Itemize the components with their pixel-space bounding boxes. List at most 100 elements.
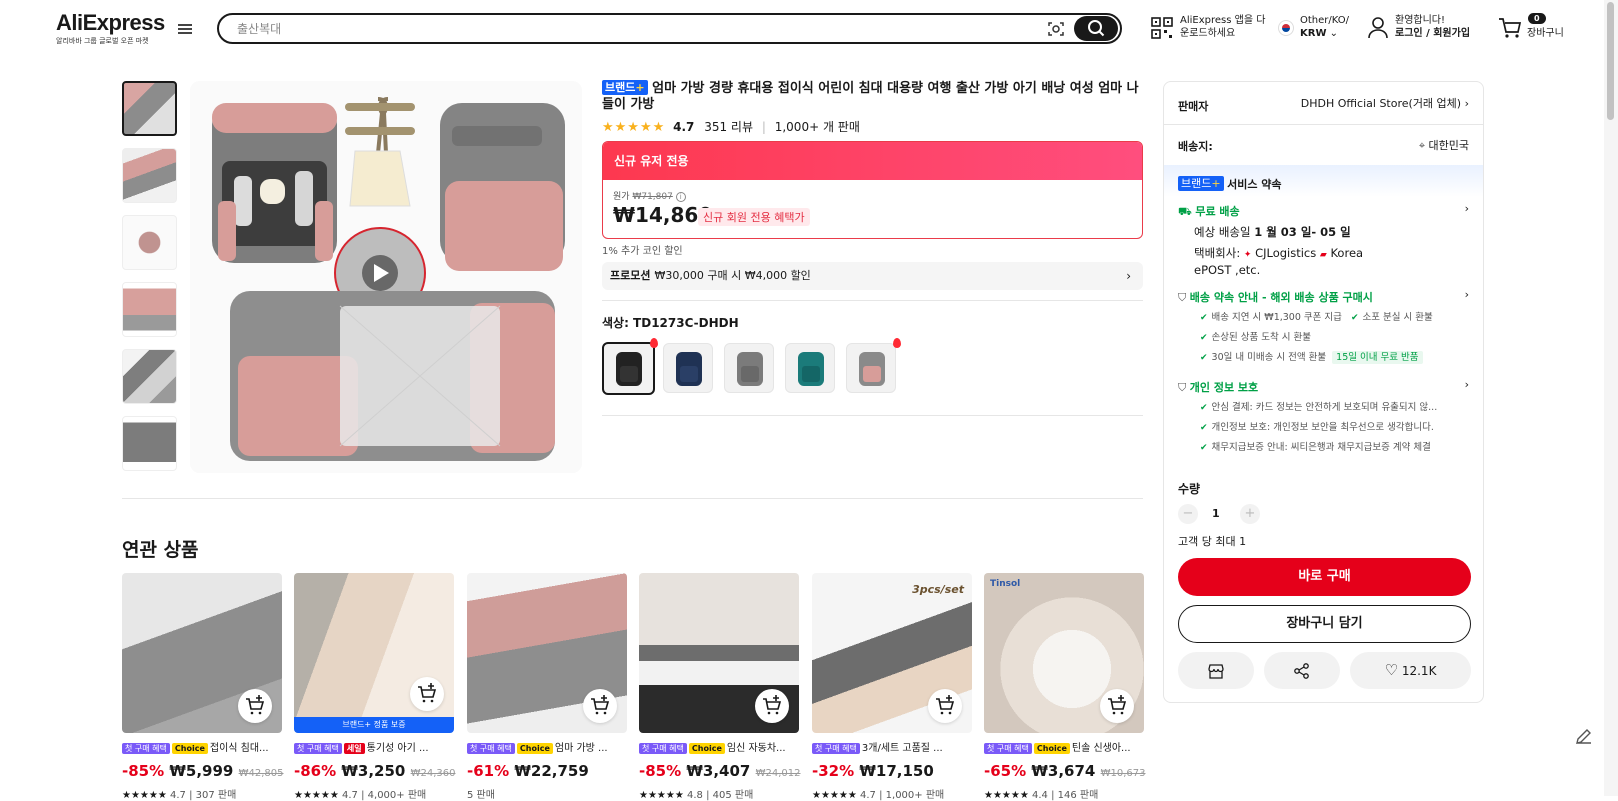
add-to-cart-icon[interactable]: [238, 689, 272, 723]
swatch-black[interactable]: [602, 342, 655, 395]
product-card[interactable]: 첫 구매 혜택 Choice 임신 자동차... -85% ₩3,407 ₩24,0…: [639, 573, 801, 801]
seller-label: 판매자: [1178, 100, 1209, 113]
search-button[interactable]: [1074, 16, 1118, 41]
quantity-label: 수량: [1178, 482, 1201, 496]
location-pin-icon: ⌖: [1418, 139, 1426, 152]
region-currency-selector[interactable]: Other/KO/ KRW ⌄: [1300, 14, 1349, 40]
scrollbar-thumb[interactable]: [1607, 2, 1614, 120]
check-icon: ✔: [1200, 333, 1208, 343]
swatch-pink[interactable]: [846, 343, 896, 393]
product-card-image[interactable]: [467, 573, 627, 733]
menu-icon[interactable]: [178, 22, 192, 36]
product-card[interactable]: Tinsol 첫 구매 혜택 Choice 틴솔 신생아... -65% ₩3,67…: [984, 573, 1146, 801]
purchase-limit: 고객 당 최대 1: [1178, 535, 1247, 548]
card-tags: 첫 구매 혜택 Choice 틴솔 신생아...: [984, 741, 1144, 757]
ship-to-selector[interactable]: ⌖ 대한민국: [1419, 137, 1469, 153]
product-title: 브랜드+ 엄마 가방 경량 휴대용 접이식 어린이 침대 대용량 여행 출산 가…: [602, 80, 1142, 113]
hot-flame-icon: [650, 338, 658, 348]
account-link[interactable]: 환영합니다! 로그인 / 회원가입: [1395, 14, 1470, 40]
divider: [602, 415, 1143, 416]
product-card[interactable]: 첫 구매 혜택 Choice 엄마 가방 ... -61% ₩22,759 5 판매: [467, 573, 627, 801]
free-return-badge: 15일 이내 무료 반품: [1332, 351, 1423, 364]
product-card-image[interactable]: 3pcs/set: [812, 573, 972, 733]
chevron-right-icon[interactable]: ›: [1465, 202, 1469, 215]
product-card-image[interactable]: 브랜드+ 정품 보증: [294, 573, 454, 733]
cart-icon[interactable]: [1498, 17, 1522, 39]
thumbnail-3[interactable]: [122, 215, 177, 270]
coin-discount: 1% 추가 코인 할인: [602, 246, 683, 257]
quantity-minus-button[interactable]: −: [1178, 504, 1198, 524]
product-card[interactable]: 브랜드+ 정품 보증 첫 구매 혜택 세일 통기성 아기 ... -86% ₩3,2…: [294, 573, 456, 801]
info-icon[interactable]: i: [675, 192, 686, 202]
thumbnail-4[interactable]: [122, 282, 177, 337]
wishlist-button[interactable]: ♡ 12.1K: [1350, 652, 1471, 689]
add-to-cart-icon[interactable]: [1100, 689, 1134, 723]
seller-link[interactable]: DHDH Official Store(거래 업체) ›: [1301, 95, 1469, 111]
thumbnail-6[interactable]: [122, 416, 177, 471]
product-title-text: 엄마 가방 경량 휴대용 접이식 어린이 침대 대용량 여행 출산 가방 아기 …: [602, 81, 1139, 112]
product-card-image[interactable]: Tinsol: [984, 573, 1144, 733]
cart-label[interactable]: 장바구니: [1527, 27, 1564, 40]
login-signup-text: 로그인 / 회원가입: [1395, 28, 1471, 39]
swatch-gray[interactable]: [724, 343, 774, 393]
page-scrollbar[interactable]: [1604, 0, 1618, 796]
check-icon: ✔: [1200, 443, 1208, 453]
card-meta: ★★★★★ 4.7 | 4,000+ 판매: [294, 790, 427, 801]
buy-now-button[interactable]: 바로 구매: [1178, 558, 1471, 596]
qr-code-icon[interactable]: [1151, 17, 1173, 39]
color-label: 색상: TD1273C-DHDH: [602, 316, 739, 330]
product-card[interactable]: 3pcs/set 첫 구매 혜택 3개/세트 고품질 ... -32% ₩17,1…: [812, 573, 972, 801]
store-button[interactable]: [1178, 652, 1254, 689]
privacy-item: ✔ 개인정보 보호: 개인정보 보안을 최우선으로 생각합니다.: [1200, 422, 1434, 433]
shield-check-icon: ⛉: [1178, 381, 1187, 394]
image-search-icon[interactable]: [1046, 19, 1066, 39]
thumbnail-2[interactable]: [122, 148, 177, 203]
product-card-image[interactable]: [639, 573, 799, 733]
ship-to-label: 배송지:: [1178, 140, 1213, 153]
add-to-cart-button[interactable]: 장바구니 담기: [1178, 605, 1471, 643]
card-meta: ★★★★★ 4.4 | 146 판매: [984, 790, 1099, 801]
search-input[interactable]: [237, 18, 1027, 40]
thumbnail-5[interactable]: [122, 349, 177, 404]
share-button[interactable]: [1264, 652, 1340, 689]
edit-pencil-icon[interactable]: [1572, 724, 1596, 748]
promotion-label: 프로모션: [610, 269, 651, 282]
quantity-value[interactable]: 1: [1212, 507, 1220, 520]
promise-item: ✔ 30일 내 미배송 시 전액 환불 15일 이내 무료 반품: [1200, 349, 1423, 364]
privacy-row[interactable]: ⛉ 개인 정보 보호: [1178, 379, 1258, 395]
add-to-cart-icon[interactable]: [583, 689, 617, 723]
chevron-down-icon: ⌄: [1329, 28, 1339, 39]
thumbnail-1[interactable]: [122, 81, 177, 136]
product-card[interactable]: 첫 구매 혜택 Choice 접이식 침대... -85% ₩5,999 ₩42,8…: [122, 573, 284, 801]
product-card-image[interactable]: [122, 573, 282, 733]
divider: [1164, 124, 1483, 125]
hot-flame-icon: [893, 338, 901, 348]
card-price: -32% ₩17,150: [812, 762, 934, 780]
korea-flag-icon: [1278, 20, 1294, 36]
add-to-cart-icon[interactable]: [928, 689, 962, 723]
free-shipping-row[interactable]: ⛟ 무료 배송: [1178, 203, 1240, 220]
chevron-right-icon[interactable]: ›: [1465, 378, 1469, 391]
chevron-right-icon[interactable]: ›: [1465, 288, 1469, 301]
quantity-plus-button[interactable]: +: [1240, 504, 1260, 524]
card-tags: 첫 구매 혜택 Choice 접이식 침대...: [122, 741, 282, 757]
check-icon: ✔: [1200, 353, 1208, 363]
promotion-row[interactable]: 프로모션 ₩30,000 구매 시 ₩4,000 할인 ›: [602, 262, 1143, 290]
divider: [122, 498, 1143, 499]
add-to-cart-icon[interactable]: [755, 689, 789, 723]
card-price: -61% ₩22,759: [467, 762, 589, 780]
video-play-icon[interactable]: [360, 253, 400, 293]
add-to-cart-icon[interactable]: [410, 677, 444, 711]
promotion-text: ₩30,000 구매 시 ₩4,000 할인: [654, 269, 811, 282]
user-icon[interactable]: [1368, 17, 1388, 39]
review-count-link[interactable]: 351 리뷰: [704, 120, 753, 134]
aliexpress-logo[interactable]: AliExpress 알리바바 그룹 글로벌 오픈 마켓: [56, 12, 165, 46]
main-product-image[interactable]: [190, 81, 582, 473]
swatch-navy[interactable]: [663, 343, 713, 393]
delivery-promise-row[interactable]: ⛉ 배송 약속 안내 - 해외 배송 상품 구매시: [1178, 289, 1373, 305]
divider: [602, 300, 1143, 301]
app-download-link[interactable]: AliExpress 앱을 다 운로드하세요: [1180, 14, 1265, 40]
welcome-text: 환영합니다!: [1395, 15, 1446, 26]
privacy-item: ✔ 안심 결제: 카드 정보는 안전하게 보호되며 유출되지 않...: [1200, 402, 1438, 413]
swatch-teal[interactable]: [785, 343, 835, 393]
